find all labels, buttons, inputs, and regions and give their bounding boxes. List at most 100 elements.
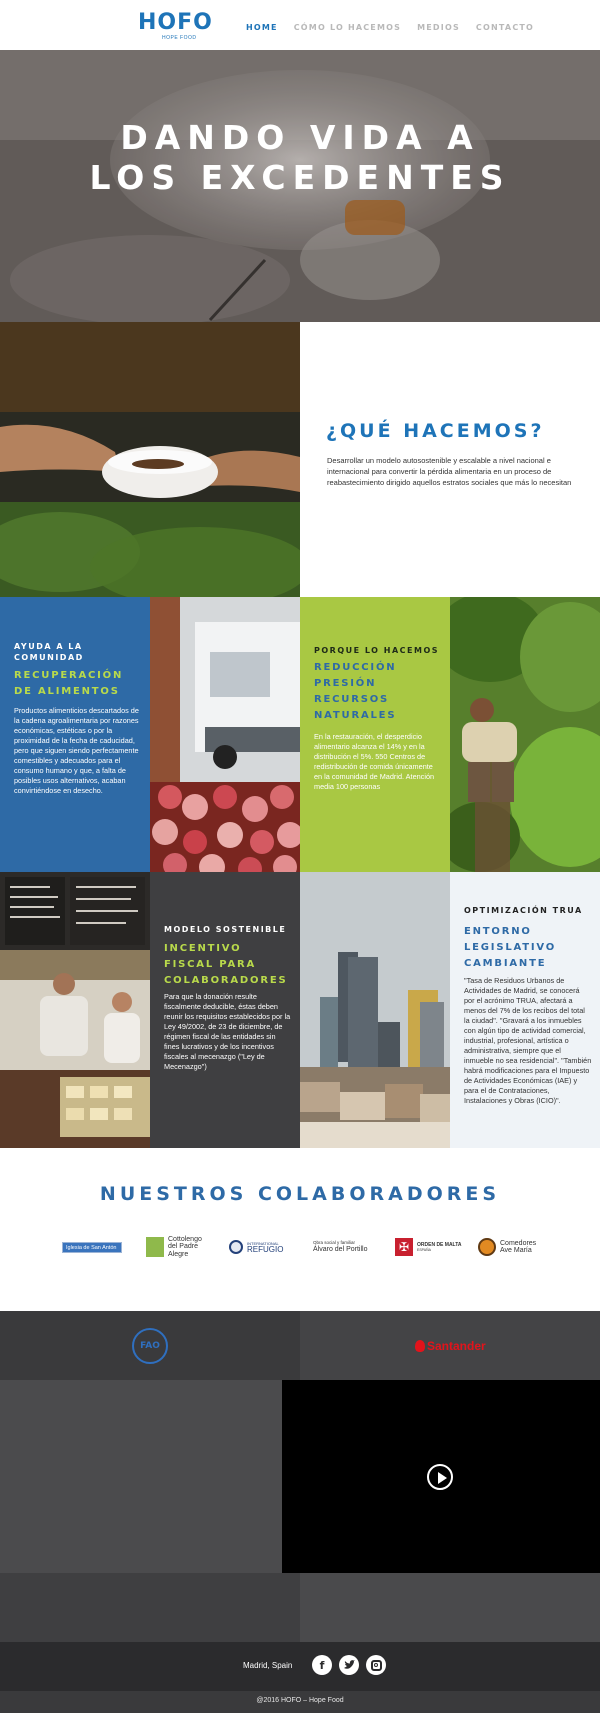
ayuda-heading: RECUPERACIÓN DE ALIMENTOS: [14, 668, 123, 700]
porque-heading-line3: RECURSOS: [314, 694, 389, 705]
logo-text: HOFO: [138, 10, 213, 35]
ayuda-kicker-line1: AYUDA A LA: [14, 642, 83, 651]
fao-sponsor-block: FAO: [0, 1311, 300, 1380]
partner-orden-de-malta[interactable]: ✠ ORDEN DE MALTA ESPAÑA: [395, 1234, 462, 1260]
partner-iglesia-label: Iglesia de San Antón: [66, 1244, 117, 1251]
portillo-logo: Obra social y familiar Álvaro del Portil…: [313, 1240, 367, 1254]
porque-body: En la restauración, el desperdicio alime…: [314, 732, 435, 791]
hero-title: DANDO VIDA A LOS EXCEDENTES: [0, 118, 600, 198]
ayuda-heading-line2: DE ALIMENTOS: [14, 686, 120, 697]
santander-sponsor-block: Santander: [300, 1311, 600, 1380]
nav-link-como-lo-hacemos[interactable]: CÓMO LO HACEMOS: [294, 23, 401, 32]
optimizacion-heading: ENTORNO LEGISLATIVO CAMBIANTE: [464, 924, 556, 972]
nav-link-home[interactable]: HOME: [246, 23, 278, 32]
santander-logo[interactable]: Santander: [415, 1339, 486, 1353]
optimizacion-heading-line2: LEGISLATIVO: [464, 942, 557, 953]
partner-ave-maria-line2: Ave María: [500, 1247, 532, 1254]
church-logo: Iglesia de San Antón: [62, 1241, 122, 1253]
logo-subtitle: HOPE FOOD: [162, 35, 197, 41]
copyright-bar: @2016 HOFO – Hope Food: [0, 1691, 600, 1713]
twitter-icon[interactable]: [339, 1655, 359, 1675]
modelo-body: Para que la donación resulte fiscalmente…: [164, 992, 291, 1071]
optimizacion-trua-tile: OPTIMIZACIÓN TRUA ENTORNO LEGISLATIVO CA…: [450, 872, 600, 1148]
nav-links: HOME CÓMO LO HACEMOS MEDIOS CONTACTO: [246, 23, 550, 32]
play-icon[interactable]: [427, 1464, 453, 1490]
partner-alvaro-del-portillo[interactable]: Obra social y familiar Álvaro del Portil…: [313, 1234, 367, 1260]
fao-logo-text: FAO: [140, 1341, 160, 1351]
truck-apples-image: [150, 597, 300, 872]
optimizacion-heading-line1: ENTORNO: [464, 926, 532, 937]
partner-ave-maria-text: Comedores Ave María: [500, 1240, 536, 1255]
partner-malta-line2: ESPAÑA: [417, 1247, 431, 1252]
partner-cottolengo-line1: Cottolengo: [168, 1235, 202, 1243]
partner-refugio-text: INTERNATIONAL REFUGIO: [247, 1241, 283, 1254]
optimizacion-heading-line3: CAMBIANTE: [464, 958, 547, 969]
partner-cottolengo[interactable]: Cottolengo del Padre Alegre: [146, 1234, 202, 1260]
dark-panel-bottom-right: [300, 1573, 600, 1642]
instagram-icon[interactable]: [366, 1655, 386, 1675]
porque-heading-line2: PRESIÓN: [314, 678, 377, 689]
que-hacemos-section: ¿QUÉ HACEMOS? Desarrollar un modelo auto…: [300, 322, 600, 597]
instagram-glyph: [370, 1659, 382, 1671]
hero-banner: DANDO VIDA A LOS EXCEDENTES: [0, 50, 600, 322]
modelo-kicker: MODELO SOSTENIBLE: [164, 925, 287, 934]
truck-apples-illustration: [150, 597, 300, 872]
facebook-icon[interactable]: f: [312, 1655, 332, 1675]
farmer-field-illustration: [450, 597, 600, 872]
fao-logo[interactable]: FAO: [132, 1328, 168, 1364]
partner-ave-maria[interactable]: Comedores Ave María: [478, 1234, 536, 1260]
partner-iglesia-san-anton[interactable]: Iglesia de San Antón: [62, 1234, 126, 1260]
optimizacion-body: "Tasa de Residuos Urbanos de Actividades…: [464, 976, 592, 1105]
footer: Madrid, Spain f: [0, 1642, 600, 1691]
video-player[interactable]: [282, 1380, 600, 1573]
partner-refugio[interactable]: INTERNATIONAL REFUGIO: [229, 1234, 283, 1260]
malta-cross-logo: ✠: [395, 1238, 413, 1256]
copyright-text: @2016 HOFO – Hope Food: [256, 1697, 344, 1704]
farmer-field-image: [450, 597, 600, 872]
hero-title-line1: DANDO VIDA A: [120, 118, 480, 157]
modelo-heading-line3: COLABORADORES: [164, 975, 288, 986]
porque-kicker: PORQUE LO HACEMOS: [314, 646, 440, 655]
santander-flame-icon: [415, 1340, 425, 1352]
partner-cottolengo-text: Cottolengo del Padre Alegre: [168, 1236, 202, 1259]
cottolengo-logo: [146, 1237, 164, 1257]
ayuda-kicker-line2: COMUNIDAD: [14, 653, 84, 662]
ayuda-heading-line1: RECUPERACIÓN: [14, 670, 124, 681]
ayuda-comunidad-tile: AYUDA A LA COMUNIDAD RECUPERACIÓN DE ALI…: [0, 597, 150, 872]
que-hacemos-body: Desarrollar un modelo autosostenible y e…: [327, 456, 572, 487]
cafe-workers-illustration: [0, 872, 150, 1148]
porque-heading-line4: NATURALES: [314, 710, 397, 721]
santander-logo-text: Santander: [427, 1339, 486, 1353]
ayuda-body: Productos alimenticios descartados de la…: [14, 706, 139, 795]
porque-lo-hacemos-tile: PORQUE LO HACEMOS REDUCCIÓN PRESIÓN RECU…: [300, 597, 450, 872]
modelo-heading-line2: FISCAL PARA: [164, 959, 257, 970]
collaborators-title: NUESTROS COLABORADORES: [99, 1183, 501, 1205]
nav-link-medios[interactable]: MEDIOS: [417, 23, 460, 32]
nav-link-contacto[interactable]: CONTACTO: [476, 23, 534, 32]
modelo-heading: INCENTIVO FISCAL PARA COLABORADORES: [164, 941, 287, 989]
madrid-skyline-illustration: [300, 872, 450, 1148]
madrid-skyline-image: [300, 872, 450, 1148]
porque-heading-line1: REDUCCIÓN: [314, 662, 397, 673]
partner-cottolengo-line2: del Padre: [168, 1243, 198, 1251]
partner-portillo-line2: Álvaro del Portillo: [313, 1246, 368, 1253]
cafe-workers-image: [0, 872, 150, 1148]
partner-malta-text: ORDEN DE MALTA ESPAÑA: [417, 1242, 462, 1253]
top-navigation: HOFO HOPE FOOD HOME CÓMO LO HACEMOS MEDI…: [0, 0, 600, 50]
bowl-hands-image: [0, 322, 300, 597]
modelo-heading-line1: INCENTIVO: [164, 943, 242, 954]
partner-logos: Iglesia de San Antón Cottolengo del Padr…: [60, 1234, 540, 1260]
ayuda-kicker: AYUDA A LA COMUNIDAD: [14, 641, 84, 663]
porque-heading: REDUCCIÓN PRESIÓN RECURSOS NATURALES: [314, 660, 396, 724]
dark-panel-bottom-left: [0, 1573, 300, 1642]
ave-maria-logo: [478, 1238, 496, 1256]
bowl-hands-illustration: [0, 322, 300, 597]
partner-refugio-line2: REFUGIO: [247, 1244, 284, 1254]
hero-title-line2: LOS EXCEDENTES: [89, 158, 511, 197]
modelo-sostenible-tile: MODELO SOSTENIBLE INCENTIVO FISCAL PARA …: [150, 872, 300, 1148]
dark-panel-left: [0, 1380, 282, 1573]
hofo-logo[interactable]: HOFO HOPE FOOD: [138, 10, 218, 42]
twitter-bird-glyph: [343, 1660, 355, 1669]
refugio-logo: [229, 1240, 243, 1254]
partner-malta-line1: ORDEN DE MALTA: [417, 1241, 462, 1248]
